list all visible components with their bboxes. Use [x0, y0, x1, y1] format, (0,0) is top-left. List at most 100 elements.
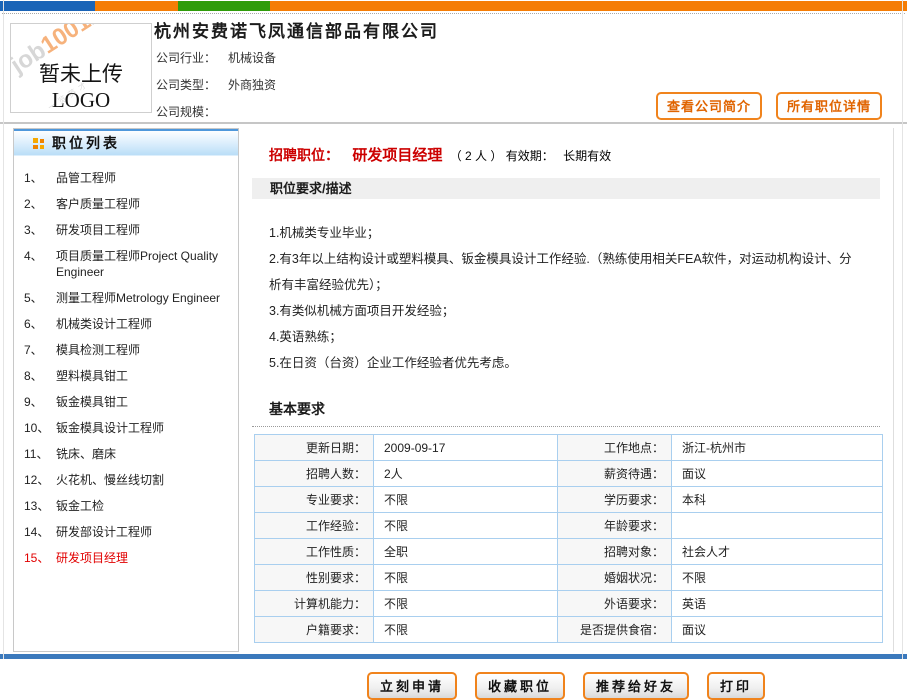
- description-line-4: 4.英语熟练；: [269, 324, 864, 350]
- job-list-item-number: 14、: [24, 524, 56, 540]
- job-list-item-11[interactable]: 11、铣床、磨床: [14, 441, 238, 467]
- req-label: 年龄要求：: [558, 513, 672, 539]
- job-list-item-label: 火花机、慢丝线切割: [56, 472, 234, 488]
- requirements-row-5: 工作性质：全职招聘对象：社会人才: [255, 539, 883, 565]
- job-list-item-label: 钣金模具设计工程师: [56, 420, 234, 436]
- job-list-item-9[interactable]: 9、钣金模具钳工: [14, 389, 238, 415]
- job-list-item-number: 10、: [24, 420, 56, 436]
- job-list-item-1[interactable]: 1、品管工程师: [14, 165, 238, 191]
- recommend-to-friend-button[interactable]: 推荐给好友: [583, 672, 689, 700]
- job-list-item-number: 4、: [24, 248, 56, 280]
- job-list-item-label: 模具检测工程师: [56, 342, 234, 358]
- req-value: 不限: [374, 513, 558, 539]
- req-value: 面议: [672, 617, 883, 643]
- req-value: 全职: [374, 539, 558, 565]
- job-list-item-number: 13、: [24, 498, 56, 514]
- requirements-row-2: 招聘人数：2人薪资待遇：面议: [255, 461, 883, 487]
- top-bar-segment-1: [0, 1, 95, 11]
- job-list-item-8[interactable]: 8、塑料模具钳工: [14, 363, 238, 389]
- req-label: 工作地点：: [558, 435, 672, 461]
- requirements-row-6: 性别要求：不限婚姻状况：不限: [255, 565, 883, 591]
- job-headcount: （ 2 人 ）: [450, 149, 503, 163]
- requirements-row-3: 专业要求：不限学历要求：本科: [255, 487, 883, 513]
- page: job1001.com 一览英才 暂未上传LOGO 杭州安费诺飞凤通信部品有限公…: [0, 0, 907, 659]
- job-list-item-number: 8、: [24, 368, 56, 384]
- top-bar-segment-2: [95, 1, 178, 11]
- job-list-item-number: 2、: [24, 196, 56, 212]
- job-list-item-label: 研发部设计工程师: [56, 524, 234, 540]
- req-value: [672, 513, 883, 539]
- header-buttons: 查看公司简介所有职位详情: [642, 92, 882, 120]
- job-list-item-4[interactable]: 4、项目质量工程师Project Quality Engineer: [14, 243, 238, 285]
- top-color-bar: [0, 1, 907, 11]
- top-bar-segment-3: [178, 1, 270, 11]
- req-value: 英语: [672, 591, 883, 617]
- job-list-item-10[interactable]: 10、钣金模具设计工程师: [14, 415, 238, 441]
- requirements-row-7: 计算机能力：不限外语要求：英语: [255, 591, 883, 617]
- req-value: 2009-09-17: [374, 435, 558, 461]
- apply-now-button[interactable]: 立刻申请: [367, 672, 457, 700]
- header-divider: [0, 122, 907, 124]
- job-list: 1、品管工程师2、客户质量工程师3、研发项目工程师4、项目质量工程师Projec…: [14, 165, 238, 571]
- job-list-item-label: 钣金模具钳工: [56, 394, 234, 410]
- req-label: 婚姻状况：: [558, 565, 672, 591]
- description-line-1: 1.机械类专业毕业；: [269, 220, 864, 246]
- job-list-item-label: 测量工程师Metrology Engineer: [56, 290, 234, 306]
- job-title: 研发项目经理: [352, 147, 442, 164]
- job-list-item-number: 12、: [24, 472, 56, 488]
- req-label: 招聘对象：: [558, 539, 672, 565]
- requirements-row-8: 户籍要求：不限是否提供食宿：面议: [255, 617, 883, 643]
- job-list-title: 职位列表: [52, 133, 120, 153]
- job-list-item-label: 铣床、磨床: [56, 446, 234, 462]
- req-label: 是否提供食宿：: [558, 617, 672, 643]
- job-list-header: 职位列表: [14, 129, 238, 156]
- all-job-details-button[interactable]: 所有职位详情: [776, 92, 882, 120]
- job-list-item-number: 15、: [24, 550, 56, 566]
- view-company-profile-button[interactable]: 查看公司简介: [656, 92, 762, 120]
- job-list-item-14[interactable]: 14、研发部设计工程师: [14, 519, 238, 545]
- grid-squares-icon: [33, 138, 44, 149]
- company-field-2: 公司类型：外商独资: [156, 74, 276, 101]
- job-list-item-12[interactable]: 12、火花机、慢丝线切割: [14, 467, 238, 493]
- job-header: 招聘职位： 研发项目经理 （ 2 人 ） 有效期： 长期有效: [269, 144, 880, 165]
- req-value: 面议: [672, 461, 883, 487]
- job-list-item-number: 6、: [24, 316, 56, 332]
- job-list-item-number: 3、: [24, 222, 56, 238]
- req-value: 浙江-杭州市: [672, 435, 883, 461]
- req-label: 薪资待遇：: [558, 461, 672, 487]
- action-buttons-row: 立刻申请收藏职位推荐给好友打印: [252, 672, 880, 700]
- req-label: 外语要求：: [558, 591, 672, 617]
- job-list-item-7[interactable]: 7、模具检测工程师: [14, 337, 238, 363]
- req-value: 2人: [374, 461, 558, 487]
- req-label: 工作性质：: [255, 539, 374, 565]
- job-header-label: 招聘职位：: [269, 147, 339, 163]
- job-list-item-13[interactable]: 13、钣金工检: [14, 493, 238, 519]
- requirements-row-4: 工作经验：不限年龄要求：: [255, 513, 883, 539]
- content-area: 职位列表 1、品管工程师2、客户质量工程师3、研发项目工程师4、项目质量工程师P…: [13, 128, 894, 652]
- job-list-item-number: 7、: [24, 342, 56, 358]
- bottom-color-bar: [0, 654, 907, 659]
- company-info-fields: 公司行业：机械设备公司类型：外商独资公司规模：: [156, 47, 276, 128]
- validity-label: 有效期：: [506, 149, 554, 163]
- print-button[interactable]: 打印: [707, 672, 765, 700]
- job-list-item-number: 11、: [24, 446, 56, 462]
- logo-placeholder-text: 暂未上传LOGO: [11, 58, 151, 113]
- req-value: 不限: [374, 591, 558, 617]
- job-list-item-2[interactable]: 2、客户质量工程师: [14, 191, 238, 217]
- job-list-panel: 职位列表 1、品管工程师2、客户质量工程师3、研发项目工程师4、项目质量工程师P…: [13, 128, 239, 652]
- job-list-item-15[interactable]: 15、研发项目经理: [14, 545, 238, 571]
- req-value: 不限: [374, 487, 558, 513]
- favorite-job-button[interactable]: 收藏职位: [475, 672, 565, 700]
- job-list-item-5[interactable]: 5、测量工程师Metrology Engineer: [14, 285, 238, 311]
- top-dotted-divider: [2, 13, 905, 14]
- job-list-item-6[interactable]: 6、机械类设计工程师: [14, 311, 238, 337]
- req-label: 户籍要求：: [255, 617, 374, 643]
- job-detail-panel: 招聘职位： 研发项目经理 （ 2 人 ） 有效期： 长期有效 职位要求/描述 1…: [249, 128, 894, 652]
- req-value: 不限: [374, 617, 558, 643]
- company-field-label: 公司类型：: [156, 78, 216, 92]
- company-logo-placeholder: job1001.com 一览英才 暂未上传LOGO: [10, 23, 152, 113]
- company-field-1: 公司行业：机械设备: [156, 47, 276, 74]
- req-label: 工作经验：: [255, 513, 374, 539]
- job-list-item-3[interactable]: 3、研发项目工程师: [14, 217, 238, 243]
- job-list-item-number: 1、: [24, 170, 56, 186]
